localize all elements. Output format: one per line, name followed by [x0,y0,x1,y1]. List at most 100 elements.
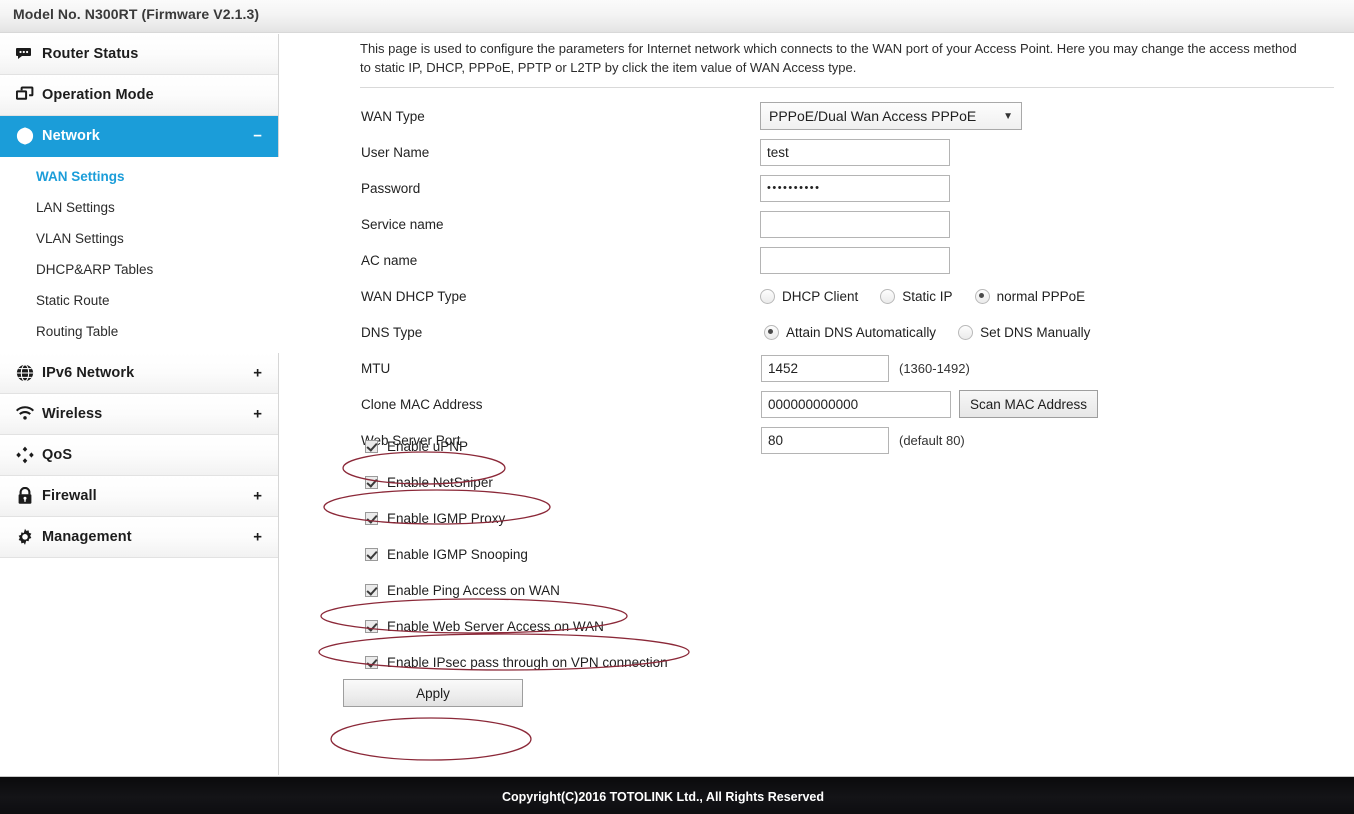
wan-settings-form: WAN Type PPPoE/Dual Wan Access PPPoE ▼ U… [280,98,1354,458]
radio-option-static-ip[interactable]: Static IP [880,288,953,304]
sidebar-group-router-status: Router Status [0,34,279,75]
checkbox-row-enable-web-server-access-on-wan[interactable]: Enable Web Server Access on WAN [280,608,1354,644]
wan-dhcp-type-radio-group: DHCP Client Static IP normal PPPoE [760,288,1107,304]
checkbox-label: Enable uPNP [387,438,469,454]
sidebar-navigation: Router Status Operation Mode Network − WAN S… [0,34,279,775]
collapse-icon[interactable]: − [253,129,262,144]
radio-option-label: DHCP Client [782,288,859,304]
apply-button-row: Apply [280,679,1354,707]
checkbox-label: Enable Ping Access on WAN [387,582,560,598]
mtu-input[interactable] [761,354,889,382]
radio-option-label: Attain DNS Automatically [786,324,937,340]
top-model-bar: Model No. N300RT (Firmware V2.1.3) [0,0,1354,33]
password-label: Password [361,180,421,196]
radio-button[interactable] [764,324,779,340]
wan-type-select[interactable]: PPPoE/Dual Wan Access PPPoE ▼ [760,102,1022,130]
sidebar-item-qos[interactable]: QoS [0,435,278,476]
feature-checkbox-list: Enable uPNP Enable NetSniper Enable IGMP P… [280,428,1354,680]
checkbox[interactable] [365,547,378,561]
sidebar-group-network: Network − WAN Settings LAN Settings VLAN Set… [0,116,279,353]
row-mtu: MTU (1360-1492) [280,350,1354,386]
radio-button[interactable] [974,288,990,304]
row-dns-type: DNS Type Attain DNS Automatically Set DNS… [280,314,1354,350]
sidebar-subitem-routing-table[interactable]: Routing Table [0,316,279,347]
sidebar-item-network[interactable]: Network − [0,116,278,157]
sidebar-group-operation-mode: Operation Mode [0,75,279,116]
checkbox[interactable] [365,583,378,597]
radio-button[interactable] [880,288,896,304]
sidebar-subitem-wan-settings[interactable]: WAN Settings [0,161,279,192]
sidebar-group-ipv6-network: IPv6 Network + [0,353,279,394]
sidebar-item-router-status[interactable]: Router Status [0,34,278,75]
sidebar-item-wireless[interactable]: Wireless + [0,394,278,435]
checkbox-row-enable-igmp-proxy[interactable]: Enable IGMP Proxy [280,500,1354,536]
checkbox-label: Enable Web Server Access on WAN [387,618,604,634]
sidebar-item-label: Wireless [42,406,103,422]
expand-icon[interactable]: + [253,530,262,545]
sidebar-item-ipv6-network[interactable]: IPv6 Network + [0,353,278,394]
row-ac-name: AC name [280,242,1354,278]
mtu-control: (1360-1492) [761,354,970,382]
clone-mac-address-input[interactable] [761,390,951,418]
radio-option-label: Static IP [902,288,953,304]
apply-button[interactable]: Apply [343,679,523,707]
sidebar-subitem-dhcp-arp-tables[interactable]: DHCP&ARP Tables [0,254,279,285]
sidebar-item-management[interactable]: Management + [0,517,278,558]
checkbox-label: Enable IGMP Snooping [387,546,528,562]
radio-option-label: normal PPPoE [996,288,1086,304]
sidebar-item-label: Network [42,128,100,144]
sidebar-group-qos: QoS [0,435,279,476]
wan-type-select-value: PPPoE/Dual Wan Access PPPoE [769,108,977,124]
gear-icon [8,528,42,546]
sidebar-submenu: WAN Settings LAN Settings VLAN Settings DHC… [0,157,279,353]
row-wan-type: WAN Type PPPoE/Dual Wan Access PPPoE ▼ [280,98,1354,134]
row-clone-mac-address: Clone MAC Address Scan MAC Address [280,386,1354,422]
sidebar-group-wireless: Wireless + [0,394,279,435]
radio-option-set-dns-manually[interactable]: Set DNS Manually [958,324,1091,340]
chat-bubble-icon [8,45,42,63]
checkbox[interactable] [365,439,378,453]
sidebar-item-operation-mode[interactable]: Operation Mode [0,75,278,116]
user-name-control [760,138,950,166]
model-number-label: Model No. N300RT (Firmware V2.1.3) [13,6,260,22]
dns-type-control: Attain DNS Automatically Set DNS Manually [764,324,1112,340]
checkbox-row-enable-ping-access-on-wan[interactable]: Enable Ping Access on WAN [280,572,1354,608]
service-name-input[interactable] [760,210,950,238]
radio-option-attain-dns-automatically[interactable]: Attain DNS Automatically [764,324,937,340]
radio-button[interactable] [760,288,775,304]
checkbox[interactable] [365,475,378,489]
radio-button[interactable] [958,324,974,340]
main-content: This page is used to configure the param… [280,34,1354,775]
sidebar-item-firewall[interactable]: Firewall + [0,476,278,517]
wifi-icon [8,405,42,423]
sidebar-item-label: IPv6 Network [42,365,135,381]
row-password: Password [280,170,1354,206]
sidebar-subitem-lan-settings[interactable]: LAN Settings [0,192,279,223]
chevron-down-icon: ▼ [1003,110,1013,122]
radio-option-dhcp-client[interactable]: DHCP Client [760,288,859,304]
scan-mac-address-button[interactable]: Scan MAC Address [959,390,1099,418]
radio-option-normal-pppoe[interactable]: normal PPPoE [974,288,1086,304]
sidebar-subitem-static-route[interactable]: Static Route [0,285,279,316]
checkbox[interactable] [365,619,378,633]
ac-name-input[interactable] [760,246,950,274]
sidebar-group-management: Management + [0,517,279,558]
expand-icon[interactable]: + [253,489,262,504]
globe-icon [8,364,42,382]
expand-icon[interactable]: + [253,366,262,381]
checkbox-row-enable-netsniper[interactable]: Enable NetSniper [280,464,1354,500]
checkbox-row-enable-ipsec-pass-through-on-vpn-connection[interactable]: Enable IPsec pass through on VPN connect… [280,644,1354,680]
checkbox-row-enable-upnp[interactable]: Enable uPNP [280,428,1354,464]
sidebar-subitem-vlan-settings[interactable]: VLAN Settings [0,223,279,254]
user-name-label: User Name [361,144,430,160]
checkbox[interactable] [365,511,378,525]
mtu-label: MTU [361,360,391,376]
radio-option-label: Set DNS Manually [980,324,1091,340]
checkbox[interactable] [365,655,378,669]
checkbox-row-enable-igmp-snooping[interactable]: Enable IGMP Snooping [280,536,1354,572]
checkbox-label: Enable IGMP Proxy [387,510,506,526]
password-input[interactable] [760,174,950,202]
user-name-input[interactable] [760,138,950,166]
copyright-label: Copyright(C)2016 TOTOLINK Ltd., All Righ… [501,790,825,804]
expand-icon[interactable]: + [253,407,262,422]
